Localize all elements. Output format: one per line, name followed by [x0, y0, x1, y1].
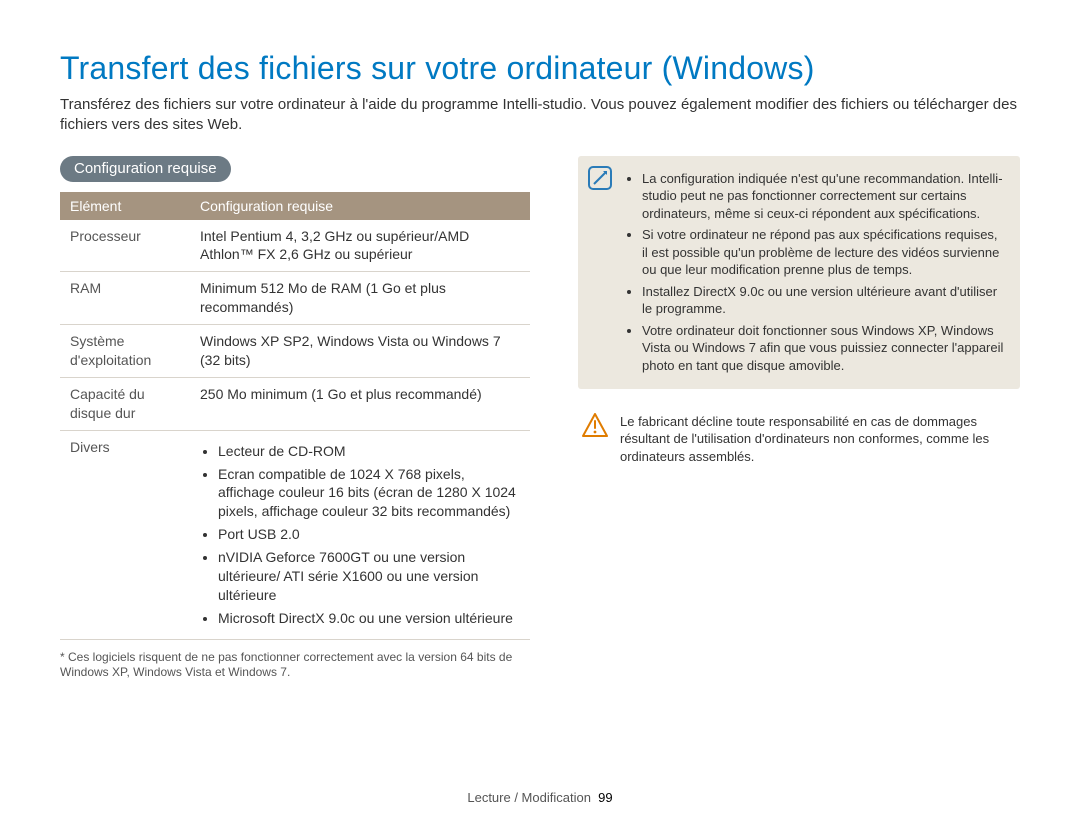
note-item: La configuration indiquée n'est qu'une r…: [642, 170, 1006, 223]
footer-section: Lecture / Modification: [467, 790, 591, 805]
note-item: Si votre ordinateur ne répond pas aux sp…: [642, 226, 1006, 279]
footer-page-number: 99: [598, 790, 612, 805]
note-icon: [588, 166, 612, 190]
table-row: Capacité du disque dur 250 Mo minimum (1…: [60, 377, 530, 430]
th-config: Configuration requise: [190, 192, 530, 220]
requirements-table: Elément Configuration requise Processeur…: [60, 192, 530, 640]
note-item: Installez DirectX 9.0c ou une version ul…: [642, 283, 1006, 318]
misc-item: Lecteur de CD-ROM: [218, 442, 520, 461]
cell-disk-label: Capacité du disque dur: [60, 377, 190, 430]
cell-misc-label: Divers: [60, 430, 190, 639]
table-row: Divers Lecteur de CD-ROM Ecran compatibl…: [60, 430, 530, 639]
warning-icon: [582, 413, 608, 437]
cell-processor-label: Processeur: [60, 220, 190, 272]
warning-text: Le fabricant décline toute responsabilit…: [620, 413, 1016, 466]
misc-item: Ecran compatible de 1024 X 768 pixels, a…: [218, 465, 520, 522]
cell-ram-value: Minimum 512 Mo de RAM (1 Go et plus reco…: [190, 272, 530, 325]
cell-processor-value: Intel Pentium 4, 3,2 GHz ou supérieur/AM…: [190, 220, 530, 272]
misc-item: nVIDIA Geforce 7600GT ou une version ult…: [218, 548, 520, 605]
page-footer: Lecture / Modification 99: [0, 790, 1080, 805]
misc-item: Port USB 2.0: [218, 525, 520, 544]
misc-item: Microsoft DirectX 9.0c ou une version ul…: [218, 609, 520, 628]
note-box: La configuration indiquée n'est qu'une r…: [578, 156, 1020, 389]
cell-ram-label: RAM: [60, 272, 190, 325]
footnote: * Ces logiciels risquent de ne pas fonct…: [60, 650, 530, 681]
table-row: Processeur Intel Pentium 4, 3,2 GHz ou s…: [60, 220, 530, 272]
intro-text: Transférez des fichiers sur votre ordina…: [60, 95, 1020, 136]
cell-disk-value: 250 Mo minimum (1 Go et plus recommandé): [190, 377, 530, 430]
cell-os-value: Windows XP SP2, Windows Vista ou Windows…: [190, 325, 530, 378]
note-item: Votre ordinateur doit fonctionner sous W…: [642, 322, 1006, 375]
config-pill: Configuration requise: [60, 156, 231, 182]
cell-misc-value: Lecteur de CD-ROM Ecran compatible de 10…: [190, 430, 530, 639]
table-row: RAM Minimum 512 Mo de RAM (1 Go et plus …: [60, 272, 530, 325]
warning-box: Le fabricant décline toute responsabilit…: [578, 411, 1020, 468]
page-title: Transfert des fichiers sur votre ordinat…: [60, 50, 1020, 87]
th-element: Elément: [60, 192, 190, 220]
table-row: Système d'exploitation Windows XP SP2, W…: [60, 325, 530, 378]
cell-os-label: Système d'exploitation: [60, 325, 190, 378]
